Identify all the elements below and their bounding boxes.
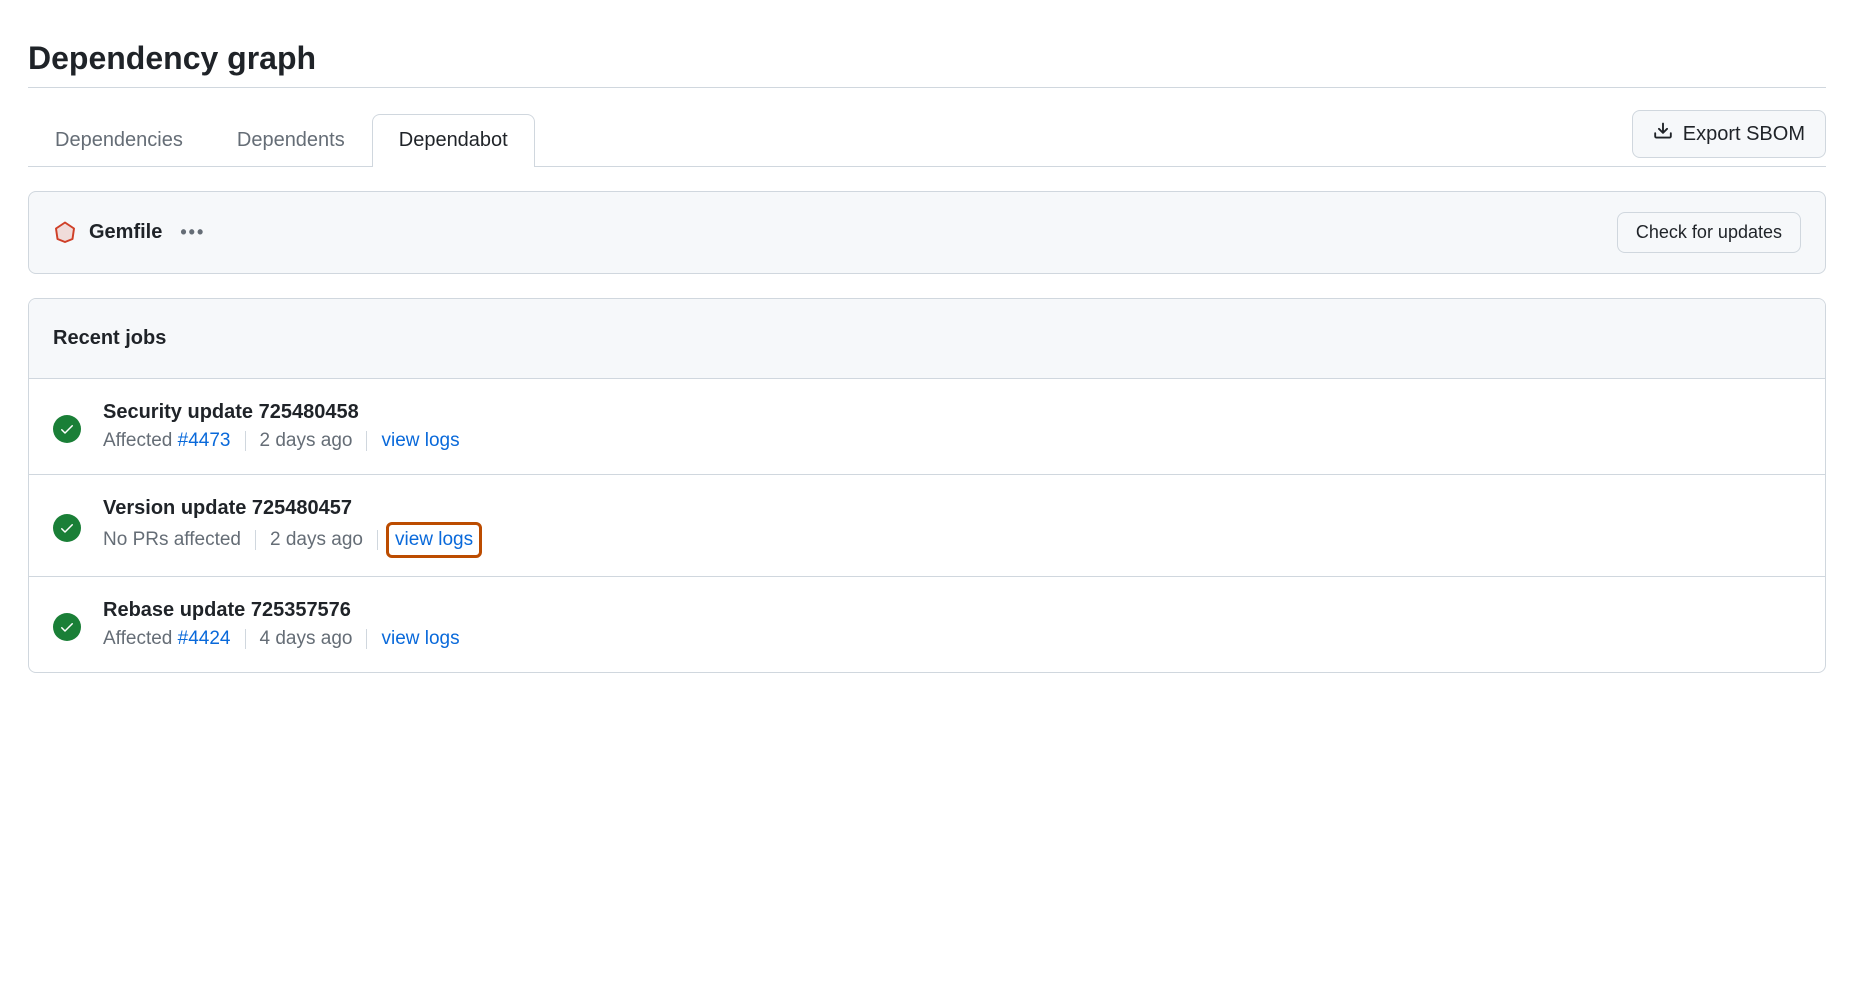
separator <box>366 629 367 649</box>
job-meta: No PRs affected 2 days ago view logs <box>103 526 476 554</box>
tabs-row: Dependencies Dependents Dependabot Expor… <box>28 110 1826 167</box>
job-time: 4 days ago <box>260 628 353 650</box>
view-logs-wrap: view logs <box>386 522 482 558</box>
job-row: Rebase update 725357576 Affected #4424 4 d… <box>29 577 1825 672</box>
separator <box>245 431 246 451</box>
job-meta: Affected #4473 2 days ago view logs <box>103 430 460 452</box>
gemfile-name: Gemfile <box>89 221 162 244</box>
tabs: Dependencies Dependents Dependabot <box>28 110 1632 166</box>
separator <box>245 629 246 649</box>
job-title: Rebase update 725357576 <box>103 599 460 622</box>
gemfile-box: Gemfile ••• Check for updates <box>28 191 1826 274</box>
recent-jobs-heading: Recent jobs <box>29 299 1825 379</box>
view-logs-wrap: view logs <box>381 430 459 452</box>
ruby-icon <box>53 221 77 245</box>
export-sbom-label: Export SBOM <box>1683 123 1805 146</box>
job-body: Rebase update 725357576 Affected #4424 4 d… <box>103 599 460 650</box>
separator <box>377 530 378 550</box>
recent-jobs-box: Recent jobs Security update 725480458 Aff… <box>28 298 1826 673</box>
job-time: 2 days ago <box>270 529 363 551</box>
success-check-icon <box>53 415 81 443</box>
kebab-icon[interactable]: ••• <box>180 222 205 243</box>
pr-link[interactable]: #4473 <box>178 430 231 451</box>
separator <box>255 530 256 550</box>
success-check-icon <box>53 613 81 641</box>
view-logs-link[interactable]: view logs <box>395 529 473 550</box>
job-row: Security update 725480458 Affected #4473 2… <box>29 379 1825 475</box>
download-icon <box>1653 121 1673 147</box>
tab-dependents[interactable]: Dependents <box>210 114 372 166</box>
job-body: Security update 725480458 Affected #4473 2… <box>103 401 460 452</box>
job-row: Version update 725480457 No PRs affected 2… <box>29 475 1825 577</box>
tab-dependabot[interactable]: Dependabot <box>372 114 535 166</box>
page-title: Dependency graph <box>28 40 1826 88</box>
job-affected: No PRs affected <box>103 529 241 551</box>
tab-dependencies[interactable]: Dependencies <box>28 114 210 166</box>
view-logs-link[interactable]: view logs <box>381 628 459 649</box>
check-for-updates-button[interactable]: Check for updates <box>1617 212 1801 253</box>
separator <box>366 431 367 451</box>
view-logs-wrap: view logs <box>381 628 459 650</box>
job-body: Version update 725480457 No PRs affected 2… <box>103 497 476 554</box>
pr-link[interactable]: #4424 <box>178 628 231 649</box>
job-affected: Affected #4473 <box>103 430 231 452</box>
success-check-icon <box>53 514 81 542</box>
job-affected: Affected #4424 <box>103 628 231 650</box>
export-sbom-button[interactable]: Export SBOM <box>1632 110 1826 158</box>
view-logs-link[interactable]: view logs <box>381 430 459 451</box>
job-title: Version update 725480457 <box>103 497 476 520</box>
job-meta: Affected #4424 4 days ago view logs <box>103 628 460 650</box>
job-title: Security update 725480458 <box>103 401 460 424</box>
job-time: 2 days ago <box>260 430 353 452</box>
